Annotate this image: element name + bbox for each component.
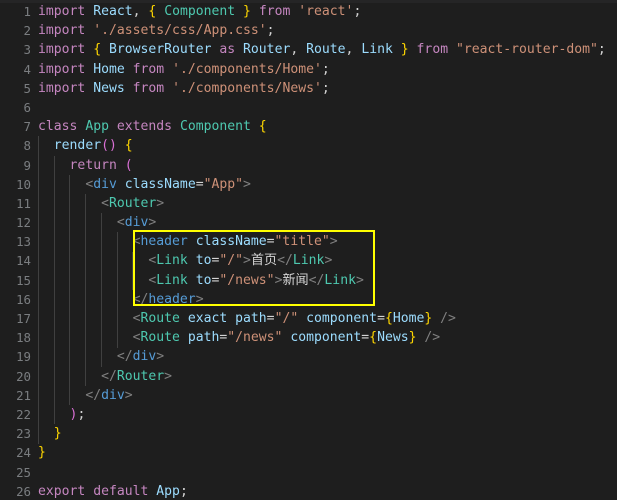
line-number: 13 xyxy=(16,234,31,250)
line-number: 6 xyxy=(23,99,31,115)
code-line[interactable]: 5 import News from './components/News'; xyxy=(0,79,617,98)
line-content: ); xyxy=(69,406,86,422)
line-content: <header className="title"> xyxy=(132,234,338,250)
line-content: render() { xyxy=(53,138,133,154)
code-line[interactable]: 15 <Link to="/news">新闻</Link> xyxy=(0,271,617,290)
line-number: 24 xyxy=(16,445,31,461)
line-number: 9 xyxy=(23,157,31,173)
line-number: 22 xyxy=(16,406,31,422)
code-surface[interactable]: 1 import React, { Component } from 'reac… xyxy=(0,2,617,500)
line-content: <Route exact path="/" component={Home} /… xyxy=(132,311,456,326)
line-number: 14 xyxy=(16,253,31,269)
line-number: 25 xyxy=(16,464,31,480)
code-line[interactable]: 1 import React, { Component } from 'reac… xyxy=(0,2,617,21)
line-content: import { BrowserRouter as Router, Route,… xyxy=(38,42,606,58)
line-number: 16 xyxy=(16,291,31,307)
line-content: </div> xyxy=(85,387,133,403)
line-content: </Router> xyxy=(101,368,173,384)
line-content: <Link to="/">首页</Link> xyxy=(148,253,333,269)
code-line[interactable]: 12 <div> xyxy=(0,213,617,232)
line-content: <Router> xyxy=(101,195,165,211)
line-content: class App extends Component { xyxy=(38,119,267,135)
line-content: import React, { Component } from 'react'… xyxy=(38,4,362,19)
line-number: 8 xyxy=(23,138,31,154)
line-number: 2 xyxy=(23,23,31,39)
line-content: import './assets/css/App.css'; xyxy=(38,23,275,39)
line-content: import News from './components/News'; xyxy=(38,80,330,96)
code-line[interactable]: 7 class App extends Component { xyxy=(0,117,617,136)
line-content: } xyxy=(53,426,62,442)
code-line[interactable]: 8 render() { xyxy=(0,136,617,155)
code-line[interactable]: 13 <header className="title"> xyxy=(0,232,617,251)
code-line[interactable]: 18 <Route path="/news" component={News} … xyxy=(0,328,617,347)
line-content: <Route path="/news" component={News} /> xyxy=(132,330,441,346)
line-number: 18 xyxy=(16,330,31,346)
code-line[interactable]: 23 } xyxy=(0,424,617,443)
line-number: 20 xyxy=(16,368,31,384)
line-content: <div className="App"> xyxy=(85,176,251,192)
line-number: 21 xyxy=(16,387,31,403)
code-line[interactable]: 16 </header> xyxy=(0,290,617,309)
line-number: 23 xyxy=(16,426,31,442)
line-number: 15 xyxy=(16,272,31,288)
line-number: 3 xyxy=(23,42,31,58)
line-number: 1 xyxy=(23,4,31,19)
line-content: export default App; xyxy=(38,483,188,499)
code-line[interactable]: 25 xyxy=(0,463,617,482)
line-number: 11 xyxy=(16,195,31,211)
code-line[interactable]: 11 <Router> xyxy=(0,194,617,213)
code-line[interactable]: 17 <Route exact path="/" component={Home… xyxy=(0,309,617,328)
code-line[interactable]: 21 </div> xyxy=(0,386,617,405)
line-number: 5 xyxy=(23,80,31,96)
code-editor[interactable]: 1 import React, { Component } from 'reac… xyxy=(0,0,617,500)
code-line[interactable]: 19 </div> xyxy=(0,347,617,366)
line-number: 7 xyxy=(23,119,31,135)
line-content: <Link to="/news">新闻</Link> xyxy=(148,272,364,288)
line-number: 10 xyxy=(16,176,31,192)
code-line[interactable]: 4 import Home from './components/Home'; xyxy=(0,60,617,79)
code-line[interactable]: 3 import { BrowserRouter as Router, Rout… xyxy=(0,40,617,59)
code-line[interactable]: 20 </Router> xyxy=(0,367,617,386)
line-content: </div> xyxy=(116,349,165,365)
code-line[interactable]: 24 } xyxy=(0,443,617,462)
line-number: 17 xyxy=(16,311,31,326)
line-content: <div> xyxy=(116,215,157,231)
code-line[interactable]: 9 return ( xyxy=(0,156,617,175)
code-line[interactable]: 6 xyxy=(0,98,617,117)
line-content: return ( xyxy=(69,157,133,173)
line-content: </header> xyxy=(132,291,204,307)
code-line[interactable]: 26 export default App; xyxy=(0,482,617,500)
code-line[interactable]: 10 <div className="App"> xyxy=(0,175,617,194)
code-line[interactable]: 22 ); xyxy=(0,405,617,424)
line-content: } xyxy=(38,445,46,461)
line-number: 12 xyxy=(16,215,31,231)
line-number: 26 xyxy=(16,483,31,499)
line-number: 4 xyxy=(23,61,31,77)
line-content: import Home from './components/Home'; xyxy=(38,61,330,77)
code-line[interactable]: 14 <Link to="/">首页</Link> xyxy=(0,251,617,270)
line-number: 19 xyxy=(16,349,31,365)
code-line[interactable]: 2 import './assets/css/App.css'; xyxy=(0,21,617,40)
